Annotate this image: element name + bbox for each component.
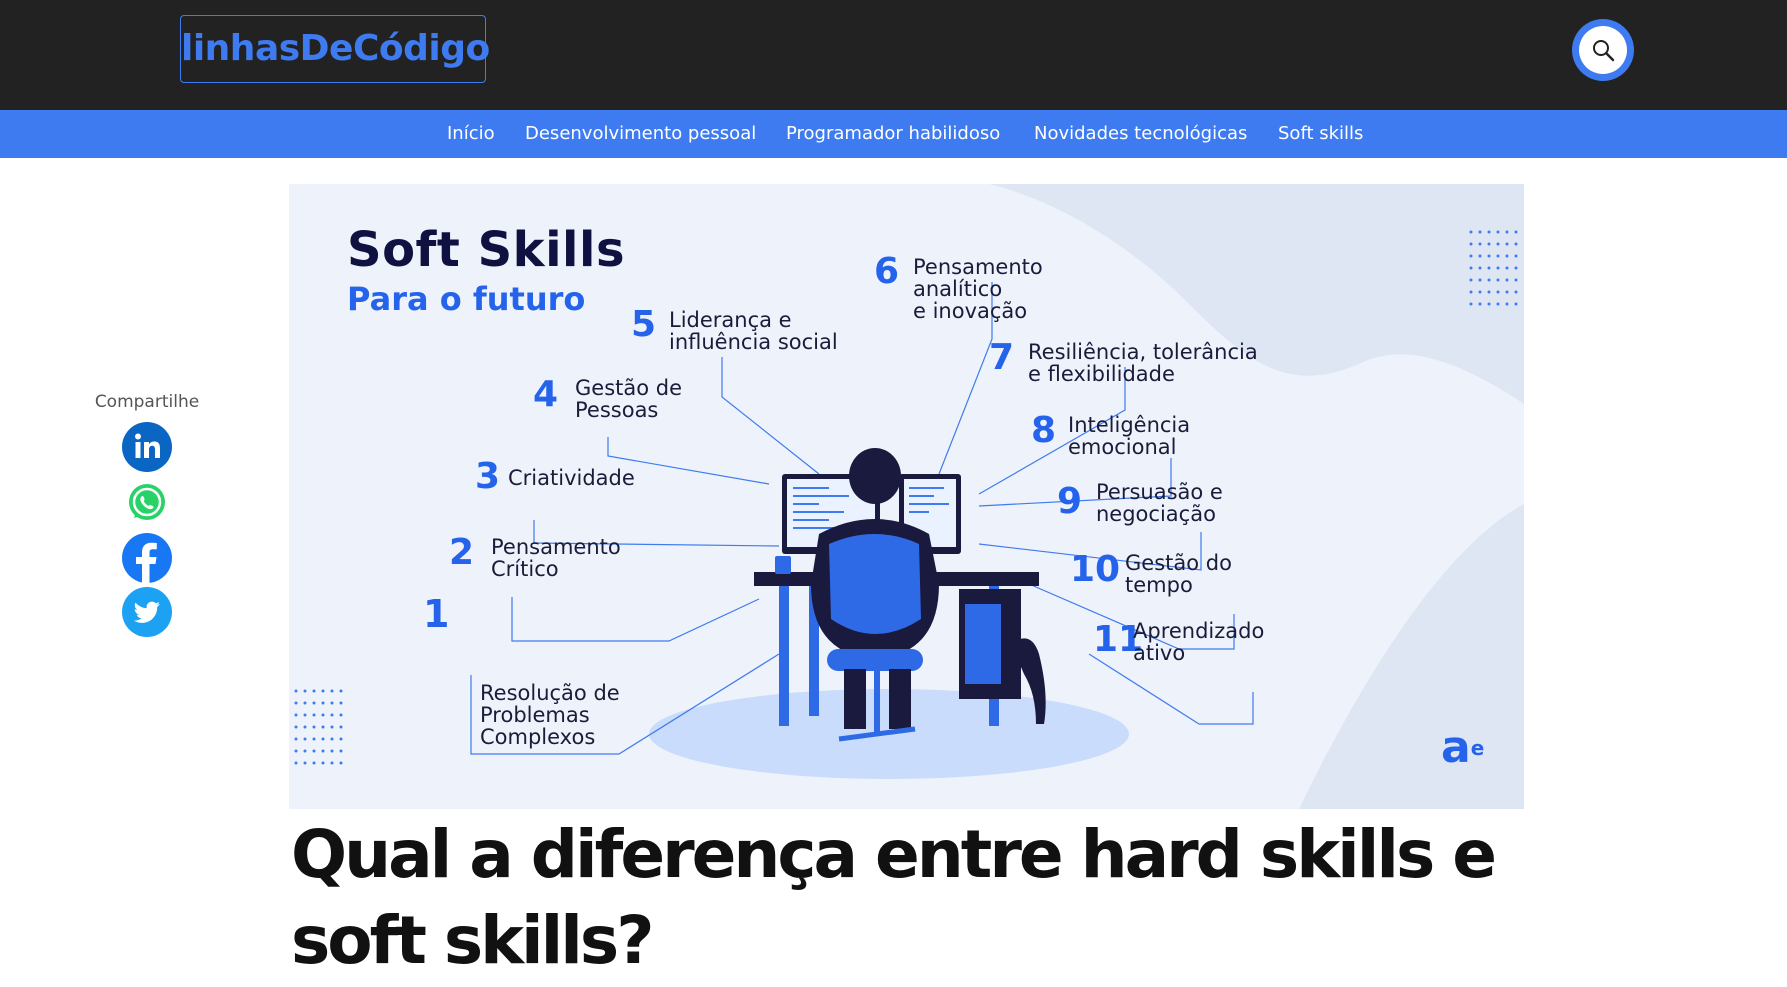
skill-number: 7 <box>989 337 1015 378</box>
twitter-icon <box>133 601 160 623</box>
skill-number: 1 <box>423 592 450 636</box>
linkedin-icon <box>135 433 160 458</box>
skill-label-line: ativo <box>1133 641 1186 665</box>
skill-label: Pensamento analítico e inovação <box>913 256 1043 322</box>
skill-label-line: Pessoas <box>575 398 659 422</box>
skill-label-line: emocional <box>1068 435 1177 459</box>
skill-label: Liderança e influência social <box>669 309 838 353</box>
skill-label-line: e flexibilidade <box>1028 362 1175 386</box>
site-logo[interactable]: linhasDeCódigo <box>180 15 490 83</box>
skill-number: 5 <box>631 304 657 345</box>
skill-number: 2 <box>449 532 475 573</box>
main-nav: Início Desenvolvimento pessoal Programad… <box>0 110 1787 158</box>
nav-item-desenvolvimento-pessoal[interactable]: Desenvolvimento pessoal <box>525 110 756 158</box>
twitter-share-button[interactable] <box>122 587 172 637</box>
nav-item-programador-habilidoso[interactable]: Programador habilidoso <box>786 110 1000 158</box>
skill-label: Pensamento Crítico <box>491 536 621 580</box>
facebook-share-button[interactable] <box>122 533 172 583</box>
skill-label: Gestão de Pessoas <box>575 377 682 421</box>
skill-label: Gestão do tempo <box>1125 552 1232 596</box>
whatsapp-share-button[interactable] <box>122 478 172 528</box>
skill-label: Resolução de Problemas Complexos <box>480 681 620 749</box>
skill-label-line: Crítico <box>491 557 559 581</box>
share-sidebar: Compartilhe <box>80 392 214 637</box>
nav-item-novidades-tecnologicas[interactable]: Novidades tecnológicas <box>1034 110 1247 158</box>
skill-label: Criatividade <box>508 467 635 489</box>
hero-image: Soft Skills Para o futuro 1 Resolução de… <box>289 184 1524 809</box>
skill-label-line: tempo <box>1125 573 1193 597</box>
skill-label-line: Persuasão e <box>1096 480 1223 504</box>
brand-mark-icon: ae <box>1441 722 1485 773</box>
whatsapp-icon <box>129 484 165 520</box>
nav-item-soft-skills[interactable]: Soft skills <box>1278 110 1363 158</box>
skill-label-line: Gestão do <box>1125 551 1232 575</box>
nav-item-inicio[interactable]: Início <box>447 110 495 158</box>
skill-label-line: Criatividade <box>508 466 635 490</box>
skill-label: Persuasão e negociação <box>1096 481 1223 525</box>
search-button[interactable] <box>1572 19 1634 81</box>
skill-label-line: Pensamento <box>491 535 621 559</box>
facebook-icon <box>136 542 157 583</box>
skill-label-line: Liderança e <box>669 308 792 332</box>
skill-label: Resiliência, tolerância e flexibilidade <box>1028 341 1258 385</box>
skill-label-line: Resiliência, tolerância <box>1028 340 1258 364</box>
skill-label-line: influência social <box>669 330 838 354</box>
skill-number: 9 <box>1057 481 1083 522</box>
linkedin-share-button[interactable] <box>122 422 172 472</box>
developer-illustration <box>754 448 1046 742</box>
skill-number: 3 <box>475 456 501 497</box>
skill-number: 8 <box>1031 410 1057 451</box>
article-title: Qual a diferença entre hard skills e sof… <box>291 816 1497 979</box>
skill-number: 10 <box>1070 549 1121 590</box>
skill-number: 4 <box>533 374 559 415</box>
skill-label-line: e inovação <box>913 299 1028 323</box>
skill-label-line: Pensamento <box>913 255 1043 279</box>
skill-label: Inteligência emocional <box>1068 414 1190 458</box>
top-bar: linhasDeCódigo <box>0 0 1787 110</box>
share-title: Compartilhe <box>94 392 200 412</box>
skill-number: 6 <box>874 251 900 292</box>
skill-label-line: Aprendizado <box>1133 619 1265 643</box>
skill-label-line: analítico <box>913 277 1003 301</box>
skill-label: Aprendizado ativo <box>1133 620 1264 664</box>
skill-label-line: Gestão de <box>575 376 683 400</box>
skill-label-line: Inteligência <box>1068 413 1191 437</box>
search-icon <box>1593 40 1615 62</box>
skill-label-line: negociação <box>1096 502 1216 526</box>
